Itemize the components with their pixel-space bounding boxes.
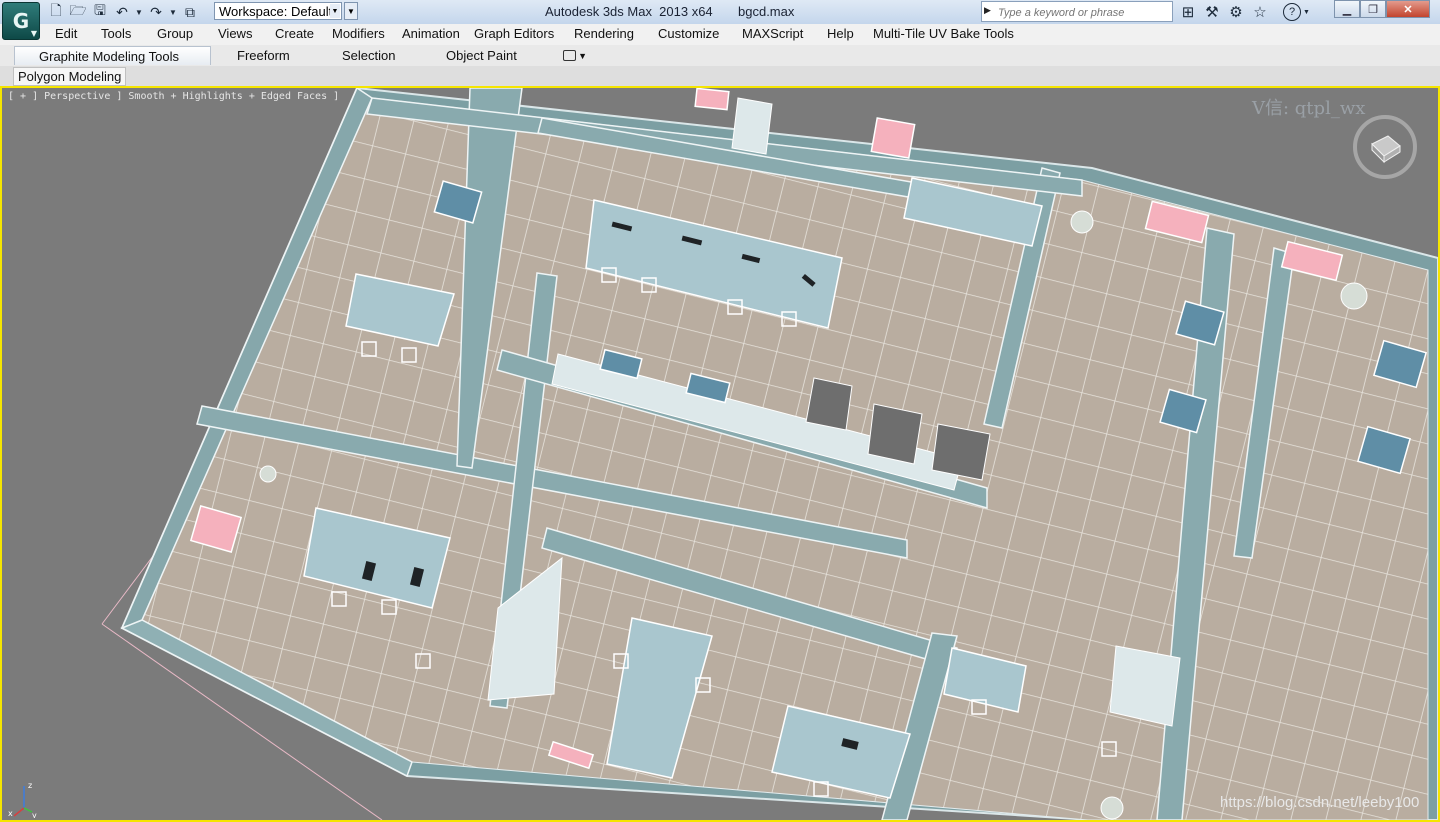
save-icon[interactable]: 🖫 <box>90 2 110 22</box>
infocenter-toolbar: ⊞ ⚒ ⚙ ☆ <box>1178 2 1270 22</box>
menu-modifiers[interactable]: Modifiers <box>332 26 385 41</box>
redo-dropdown-icon[interactable]: ▼ <box>168 2 178 22</box>
menu-bar: Edit Tools Group Views Create Modifiers … <box>0 24 1440 46</box>
viewcube-icon[interactable] <box>1352 114 1418 180</box>
tab-freeform[interactable]: Freeform <box>237 46 290 65</box>
axis-y-label: y <box>32 811 37 818</box>
polygon-modeling-panel[interactable]: Polygon Modeling <box>13 67 127 86</box>
infocenter-search: ▶ <box>981 1 1173 22</box>
application-menu-button[interactable]: G ▼ <box>2 2 40 40</box>
search-input[interactable] <box>996 3 1172 22</box>
menu-animation[interactable]: Animation <box>402 26 460 41</box>
menu-maxscript[interactable]: MAXScript <box>742 26 803 41</box>
tab-graphite-modeling-tools[interactable]: Graphite Modeling Tools <box>14 46 211 65</box>
menu-views[interactable]: Views <box>218 26 252 41</box>
workspace-value: Workspace: Default <box>219 3 333 19</box>
quick-access-toolbar: 🗋 🗁 🖫 ↶ ▼ ↷ ▼ ⧉ <box>46 2 200 22</box>
menu-create[interactable]: Create <box>275 26 314 41</box>
open-file-icon[interactable]: 🗁 <box>68 2 88 22</box>
new-file-icon[interactable]: 🗋 <box>46 2 66 22</box>
workspace-dropdown-icon: ▼ <box>330 4 340 18</box>
blog-url-watermark: https://blog.csdn.net/leeby100 <box>1220 794 1420 811</box>
axis-z-label: z <box>28 781 32 790</box>
help-icon: ? <box>1283 3 1301 21</box>
window-file-name: bgcd.max <box>738 4 795 19</box>
help-button[interactable]: ? ▼ <box>1283 2 1315 22</box>
close-icon[interactable]: ✕ <box>1386 0 1430 18</box>
window-title: Autodesk 3ds Max 2013 x64 <box>545 4 713 19</box>
axis-tripod-icon: z x y <box>8 781 37 818</box>
scene-render <box>101 88 1438 820</box>
ribbon-tab-bar: Graphite Modeling Tools Freeform Selecti… <box>0 45 1440 67</box>
menu-multi-tile-uv-bake-tools[interactable]: Multi-Tile UV Bake Tools <box>873 26 1014 41</box>
restore-icon[interactable]: ❐ <box>1360 0 1386 18</box>
binoculars-icon[interactable]: ⊞ <box>1178 2 1198 22</box>
ribbon-panel-bar: Polygon Modeling <box>0 66 1440 87</box>
quick-access-customize-icon[interactable]: ▼ <box>344 2 358 20</box>
tab-selection[interactable]: Selection <box>342 46 395 65</box>
redo-icon[interactable]: ↷ <box>146 2 166 22</box>
tab-object-paint[interactable]: Object Paint <box>446 46 517 65</box>
minimize-icon[interactable]: ▁ <box>1334 0 1360 18</box>
communication-icon[interactable]: ⚙ <box>1226 2 1246 22</box>
ribbon-options-dropdown[interactable]: ▼ <box>563 49 587 62</box>
viewport-label[interactable]: [ + ] Perspective ] Smooth + Highlights … <box>8 91 339 102</box>
window-controls: ▁ ❐ ✕ <box>1334 0 1430 18</box>
title-bar: G ▼ 🗋 🗁 🖫 ↶ ▼ ↷ ▼ ⧉ Workspace: Default ▼… <box>0 0 1440 40</box>
app-menu-chevron-icon: ▼ <box>30 29 37 38</box>
undo-icon[interactable]: ↶ <box>112 2 132 22</box>
menu-graph-editors[interactable]: Graph Editors <box>474 26 554 41</box>
menu-edit[interactable]: Edit <box>55 26 77 41</box>
axis-x-label: x <box>8 809 13 818</box>
menu-help[interactable]: Help <box>827 26 854 41</box>
ribbon-minimize-icon <box>563 50 577 61</box>
help-dropdown-icon: ▼ <box>1303 8 1310 16</box>
menu-rendering[interactable]: Rendering <box>574 26 634 41</box>
app-logo-icon: G <box>12 9 30 33</box>
workspace-selector[interactable]: Workspace: Default ▼ <box>214 2 342 20</box>
perspective-viewport[interactable]: [ + ] Perspective ] Smooth + Highlights … <box>0 86 1440 822</box>
menu-tools[interactable]: Tools <box>101 26 131 41</box>
wechat-watermark: V信: qtpl_wx <box>1252 98 1366 119</box>
search-tools-icon[interactable]: ⚒ <box>1202 2 1222 22</box>
menu-customize[interactable]: Customize <box>658 26 719 41</box>
search-expand-icon[interactable]: ▶ <box>984 5 991 16</box>
menu-group[interactable]: Group <box>157 26 193 41</box>
undo-dropdown-icon[interactable]: ▼ <box>134 2 144 22</box>
favorites-star-icon[interactable]: ☆ <box>1250 2 1270 22</box>
project-folder-icon[interactable]: ⧉ <box>180 2 200 22</box>
